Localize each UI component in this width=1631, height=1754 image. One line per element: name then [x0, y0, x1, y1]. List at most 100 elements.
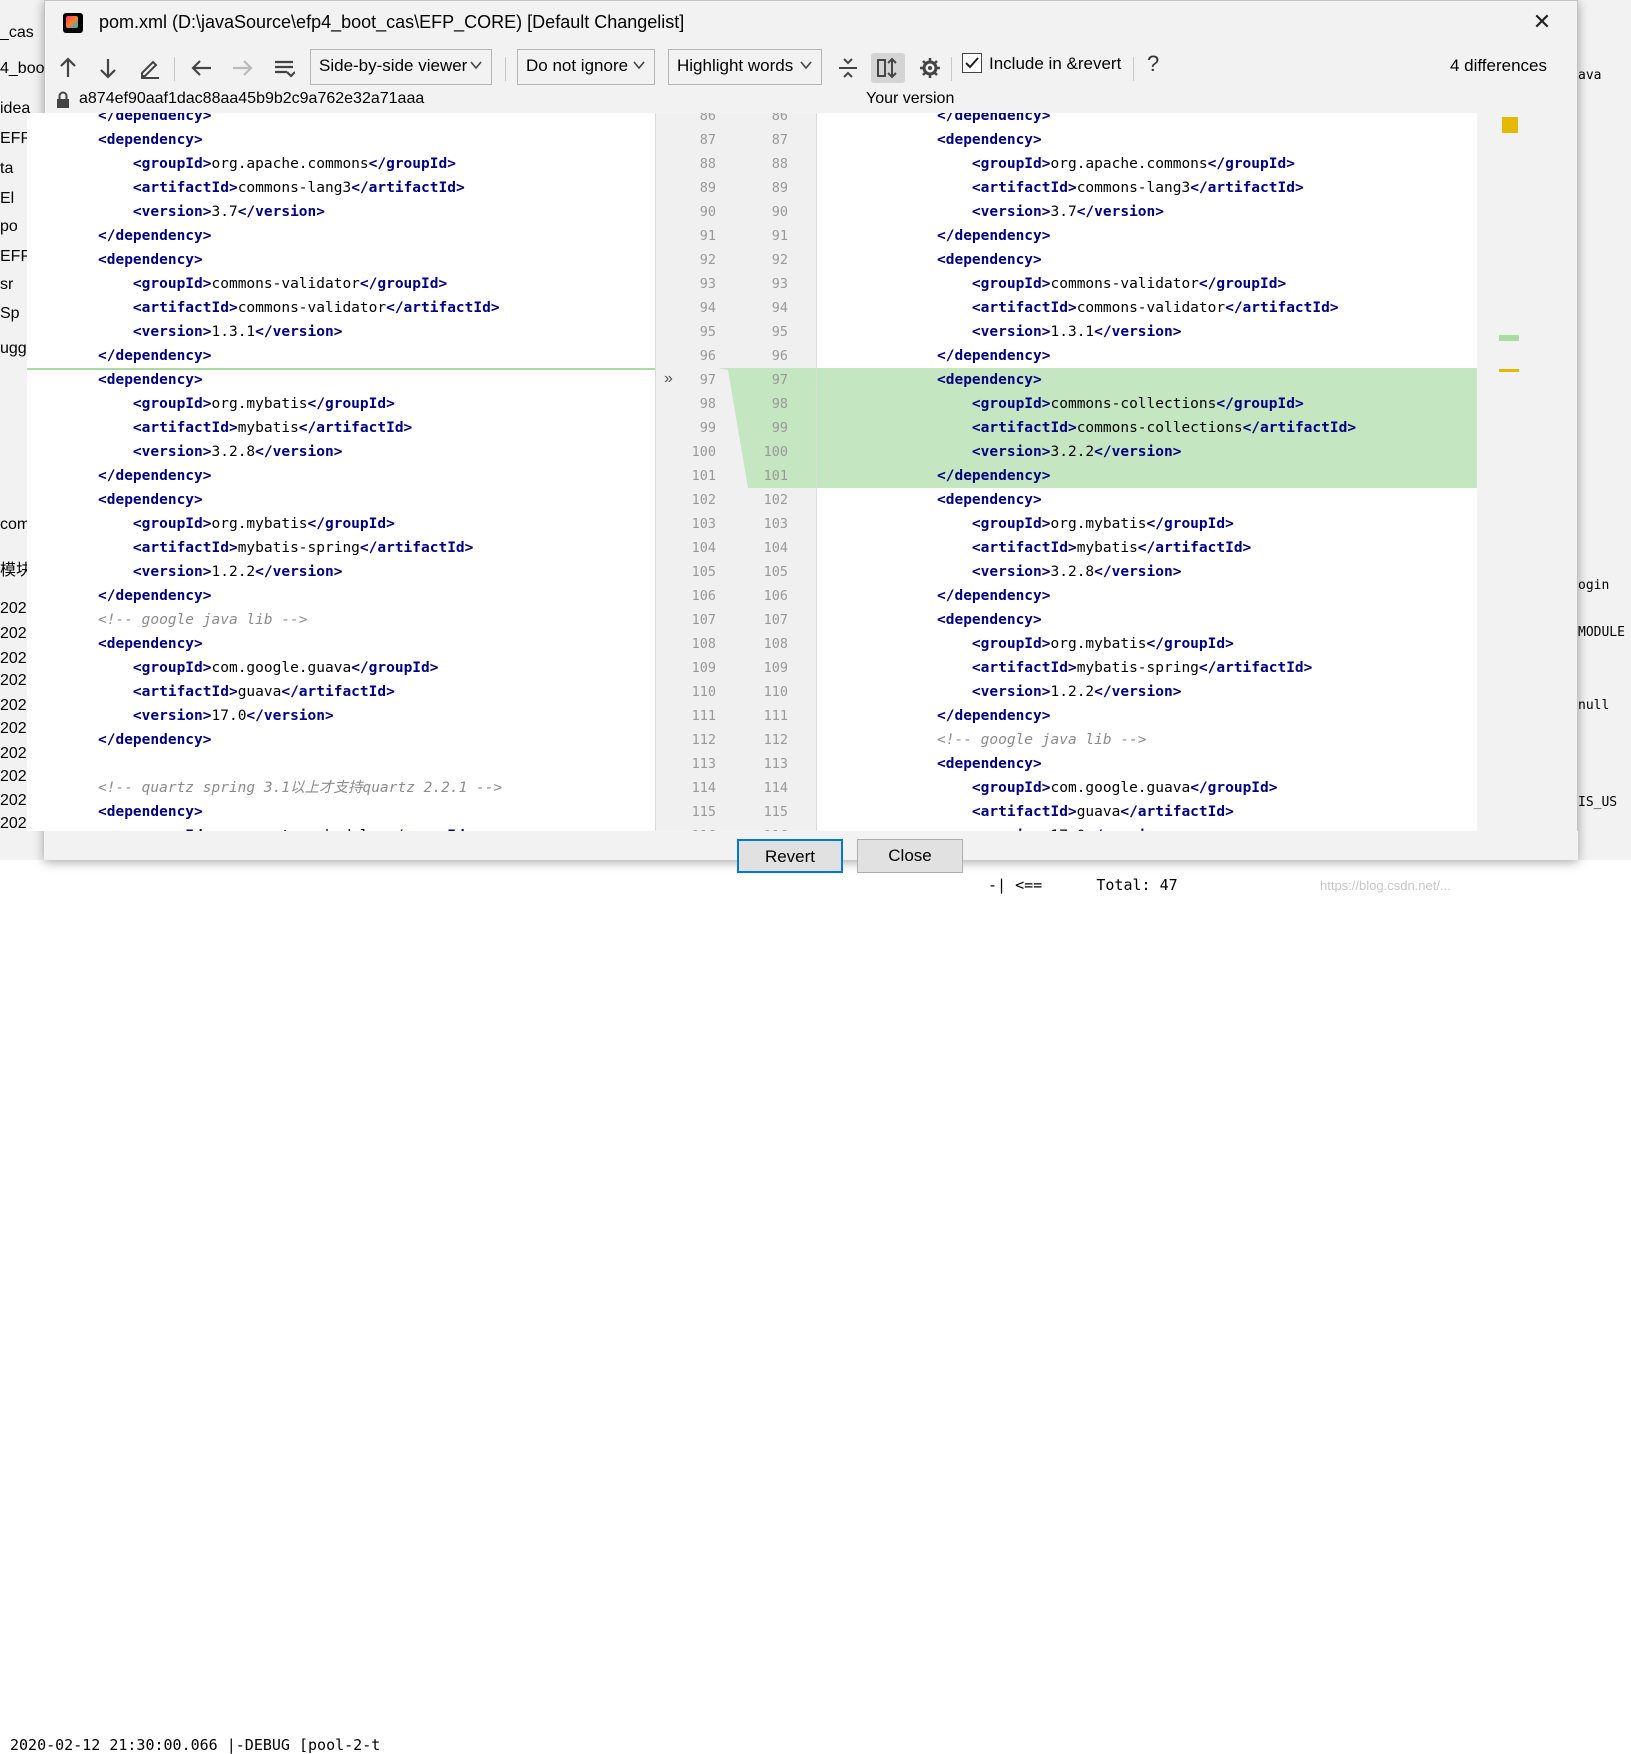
back-arrow-icon[interactable]	[187, 53, 217, 83]
left-line-number: 88	[699, 156, 716, 172]
highlight-mode-dropdown[interactable]: Highlight words	[668, 49, 822, 85]
chevron-down-icon	[470, 61, 482, 70]
xml-tag: <groupId>	[132, 156, 212, 172]
checkmark-icon	[965, 57, 979, 69]
left-line-number: 103	[691, 516, 716, 532]
background-item: sr	[0, 276, 14, 293]
code-line: <groupId>org.mybatis</groupId>	[937, 632, 1234, 656]
left-line-number: 106	[691, 588, 716, 604]
left-line-number: 99	[699, 420, 716, 436]
include-in-revert-label[interactable]: Include in &revert	[989, 54, 1121, 74]
xml-text	[98, 444, 133, 460]
code-line: <artifactId>guava</artifactId>	[98, 680, 395, 704]
xml-tag: <dependency>	[937, 372, 1042, 388]
code-line: </dependency>	[98, 113, 212, 128]
left-line-number: 93	[699, 276, 716, 292]
apply-change-icon[interactable]: »	[664, 370, 673, 388]
toolbar-separator	[1133, 57, 1134, 81]
left-line-number: 104	[691, 540, 716, 556]
xml-tag: </dependency>	[937, 348, 1051, 364]
code-line: <groupId>org.mybatis</groupId>	[98, 512, 395, 536]
background-item: Sp	[0, 305, 20, 322]
xml-text	[98, 516, 133, 532]
chevron-down-icon	[800, 61, 812, 70]
left-line-number: 91	[699, 228, 716, 244]
xml-text: commons-lang3	[237, 180, 352, 196]
code-line: <groupId>org.mybatis</groupId>	[98, 392, 395, 416]
xml-tag: </groupId>	[1207, 156, 1295, 172]
xml-text: org.mybatis	[1050, 636, 1147, 652]
code-line: </dependency>	[937, 344, 1051, 368]
xml-tag: </dependency>	[937, 113, 1051, 124]
left-revision-hash: a874ef90aaf1dac88aa45b9b2c9a762e32a71aaa	[79, 90, 425, 107]
change-marker	[1499, 369, 1519, 372]
xml-tag: </dependency>	[937, 588, 1051, 604]
forward-arrow-icon[interactable]	[227, 53, 257, 83]
code-line: <version>1.3.1</version>	[98, 320, 343, 344]
settings-gear-icon[interactable]	[915, 53, 945, 83]
xml-text: 1.3.1	[1050, 324, 1095, 340]
left-line-number: 107	[691, 612, 716, 628]
left-line-number: 94	[699, 300, 716, 316]
differences-count: 4 differences	[1449, 56, 1547, 75]
edit-source-icon[interactable]	[135, 53, 165, 83]
revert-button[interactable]: Revert	[737, 839, 843, 873]
right-line-number: 114	[763, 780, 788, 796]
code-line: <!-- google java lib -->	[98, 608, 308, 632]
right-line-number: 112	[763, 732, 788, 748]
ignore-whitespace-dropdown[interactable]: Do not ignore	[517, 49, 655, 85]
code-line: <groupId>commons-collections</groupId>	[937, 392, 1304, 416]
left-line-number: 110	[691, 684, 716, 700]
ignore-whitespace-label: Do not ignore	[526, 56, 629, 75]
close-button[interactable]: Close	[857, 839, 963, 873]
background-editor-edge: ava ogin MODULE null IS_US	[1578, 0, 1631, 919]
xml-tag: <artifactId>	[971, 804, 1077, 820]
xml-text	[937, 564, 972, 580]
xml-tag: <version>	[971, 324, 1051, 340]
code-line: </dependency>	[98, 728, 212, 752]
xml-text	[98, 540, 133, 556]
code-line: <dependency>	[937, 608, 1042, 632]
collapse-unchanged-icon[interactable]	[833, 53, 863, 83]
chevron-down-icon	[633, 61, 645, 70]
xml-text	[98, 276, 133, 292]
xml-tag: <dependency>	[98, 492, 203, 508]
xml-tag: </version>	[237, 204, 326, 220]
toolbar-separator	[505, 57, 506, 81]
close-icon[interactable]: ✕	[1527, 7, 1557, 37]
left-line-number: 105	[691, 564, 716, 580]
next-difference-icon[interactable]	[93, 53, 123, 83]
include-in-revert-checkbox[interactable]	[962, 53, 982, 73]
code-line: <artifactId>commons-lang3</artifactId>	[937, 176, 1304, 200]
left-line-number: 115	[691, 804, 716, 820]
code-line: </dependency>	[937, 224, 1051, 248]
diff-toolbar: Side-by-side viewer Do not ignore Highli…	[45, 45, 1577, 91]
xml-text	[937, 516, 972, 532]
right-line-number: 96	[771, 348, 788, 364]
xml-text	[937, 444, 972, 460]
xml-tag: <dependency>	[98, 132, 203, 148]
code-line: <artifactId>commons-validator</artifactI…	[937, 296, 1339, 320]
xml-tag: </artifactId>	[359, 540, 474, 556]
code-line: <version>3.2.2</version>	[937, 440, 1182, 464]
code-line: <artifactId>commons-validator</artifactI…	[98, 296, 500, 320]
left-line-number: 100	[691, 444, 716, 460]
lock-icon	[57, 91, 69, 108]
left-editor[interactable]: </dependency> <dependency> <groupId>org.a…	[27, 113, 655, 831]
xml-text: 1.2.2	[1050, 684, 1095, 700]
sync-scroll-icon[interactable]	[871, 53, 905, 83]
left-line-number: 89	[699, 180, 716, 196]
menu-list-icon[interactable]	[269, 53, 299, 83]
previous-difference-icon[interactable]	[53, 53, 83, 83]
right-editor[interactable]: </dependency> <dependency> <groupId>org.a…	[817, 113, 1477, 831]
viewer-mode-dropdown[interactable]: Side-by-side viewer	[310, 49, 492, 85]
xml-text: 17.0	[211, 708, 247, 724]
help-icon[interactable]: ?	[1147, 51, 1159, 77]
xml-text: 3.2.8	[211, 444, 256, 460]
xml-tag: <artifactId>	[971, 420, 1077, 436]
xml-text	[98, 684, 133, 700]
xml-text	[937, 420, 972, 436]
xml-text: org.apache.commons	[211, 156, 369, 172]
background-item: IS_US	[1578, 795, 1618, 810]
xml-text: commons-validator	[237, 300, 387, 316]
